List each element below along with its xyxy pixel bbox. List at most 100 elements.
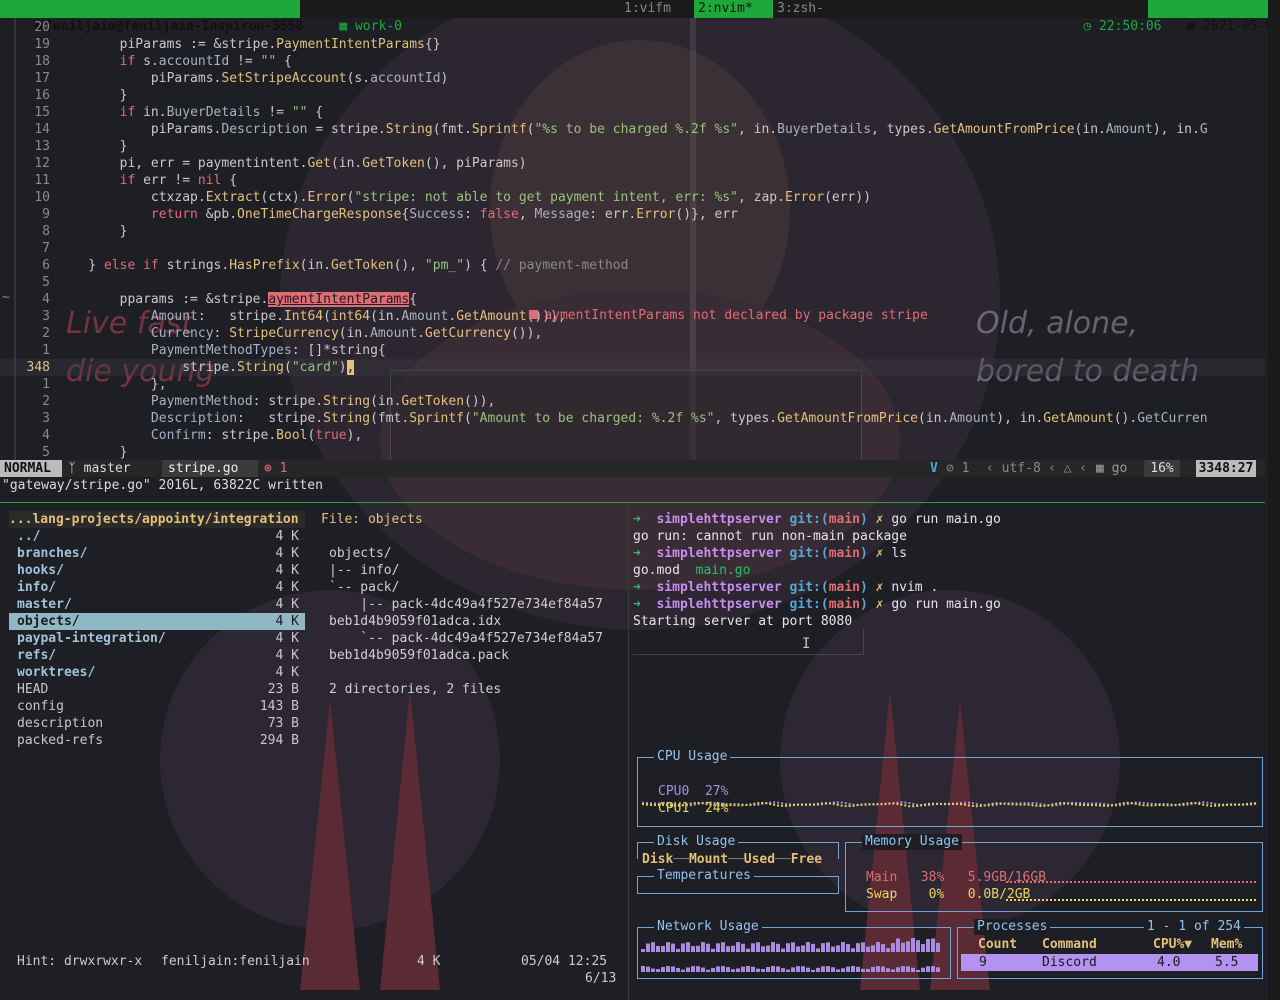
tmux-window-1[interactable]: 1:vifm	[624, 0, 671, 18]
network-tx-bar	[711, 967, 715, 972]
error-circle-icon: ⊗	[264, 461, 280, 476]
network-rx-bar	[676, 948, 680, 952]
cursor-position: 3348:27	[1196, 460, 1256, 477]
vifm-entry[interactable]: branches/4 K	[9, 545, 305, 562]
network-rx-bar	[891, 943, 895, 952]
network-tx-bar	[696, 966, 700, 972]
cpu-graph	[642, 801, 1258, 808]
vifm-entry[interactable]: config 143 B	[9, 698, 305, 715]
process-count: 9	[979, 955, 987, 970]
ls-entry: main.go	[695, 563, 751, 578]
cpu0-legend: CPU0 27%	[658, 783, 728, 800]
prompt-branch: main	[828, 597, 860, 612]
prompt-dir: simplehttpserver	[656, 580, 782, 595]
vifm-entry-name: refs/	[17, 648, 57, 663]
code-line: } else if strings.HasPrefix(in.GetToken(…	[57, 258, 629, 273]
vifm-entry-size: 4 K	[275, 563, 299, 578]
network-rx-bar	[706, 943, 710, 952]
vifm-entry[interactable]: master/4 K	[9, 596, 305, 613]
code-line: piParams := &stripe.PaymentIntentParams{…	[57, 37, 441, 52]
network-rx-bar	[771, 942, 775, 952]
vifm-entry-size: 4 K	[275, 546, 299, 561]
vifm-entry[interactable]: hooks/4 K	[9, 562, 305, 579]
nvim-editor[interactable]: Live fast die young Old, alone, bored to…	[0, 18, 1265, 462]
process-header-command[interactable]: Command	[1042, 936, 1097, 953]
code-line: if s.accountId != "" {	[119, 54, 292, 69]
network-tx-bar	[761, 968, 765, 972]
line-number: 19	[34, 37, 50, 52]
v-icon: V	[930, 461, 938, 476]
network-tx-bar	[766, 966, 770, 972]
wallpaper-text-line: Old, alone,	[976, 306, 1139, 341]
line-number: 1	[42, 377, 50, 392]
vifm-entry[interactable]: objects/4 K	[9, 613, 305, 630]
network-rx-bar	[831, 946, 835, 952]
prompt-git-label: git:(	[781, 512, 829, 527]
memory-usage-panel: Memory Usage Main 38% 5.9GB/16GB Swap 0%…	[845, 834, 1263, 912]
linux-icon: ‹ △ ‹	[1048, 461, 1088, 476]
network-tx-bar	[771, 966, 775, 972]
network-usage-panel: Network Usage	[637, 919, 951, 979]
vifm-entry[interactable]: description 73 B	[9, 715, 305, 732]
cpu0-value: 27%	[704, 784, 729, 799]
network-rx-bar	[721, 942, 725, 952]
network-tx-bar	[726, 967, 730, 972]
network-rx-bar	[916, 940, 920, 952]
network-rx-bar	[821, 943, 825, 952]
tmux-session[interactable]: ▦ work-0	[308, 0, 402, 34]
vifm-preview-line: |-- info/	[329, 563, 400, 578]
vifm-entry[interactable]: paypal-integration/4 K	[9, 630, 305, 647]
code-line: PaymentMethodTypes: []*string{	[150, 343, 386, 358]
nvim-cmdline: "gateway/stripe.go" 2016L, 63822C writte…	[2, 478, 323, 493]
scrollbar[interactable]	[1268, 0, 1280, 1000]
network-tx-bar	[741, 966, 745, 972]
vifm-entry[interactable]: info/4 K	[9, 579, 305, 596]
terminal-ls-output: go.mod main.go	[633, 562, 750, 579]
git-branch: ᛉ master	[68, 460, 131, 477]
vifm-entry-size: 143 B	[259, 699, 299, 714]
vifm-entry[interactable]: packed-refs 294 B	[9, 732, 305, 749]
network-rx-bar	[801, 945, 805, 952]
prompt-git-close: )	[860, 580, 868, 595]
line-number: 13	[34, 139, 50, 154]
code-line: }	[57, 139, 128, 154]
network-rx-bar	[791, 942, 795, 952]
process-header-cpu[interactable]: CPU%▼	[1153, 936, 1192, 953]
network-tx-bar	[886, 968, 890, 972]
prompt-git-label: git:(	[781, 580, 829, 595]
line-number: 5	[42, 275, 50, 290]
network-rx-bar	[926, 938, 930, 952]
process-header-count[interactable]: Count	[978, 936, 1017, 953]
code-line: piParams.SetStripeAccount(s.accountId)	[57, 71, 449, 86]
tmux-date: ▦ 2021-05-07	[1148, 0, 1280, 34]
network-rx-bar	[871, 945, 875, 952]
processes-panel[interactable]: Processes 1 - 1 of 254 Count Command CPU…	[957, 919, 1263, 979]
vifm-entry[interactable]: ../ 4 K	[9, 528, 305, 545]
tmux-window-3[interactable]: 3:zsh-	[777, 0, 824, 18]
disk-usage-title: Disk Usage	[654, 834, 739, 850]
cpu1-legend: CPU1 24%	[658, 800, 728, 817]
tmux-window-2[interactable]: 2:nvim*	[694, 0, 773, 18]
process-header-mem[interactable]: Mem%	[1211, 936, 1242, 953]
vifm-entry-name: worktrees/	[17, 665, 96, 680]
vifm-entry-size: 4 K	[275, 580, 299, 595]
vifm-entry[interactable]: worktrees/4 K	[9, 664, 305, 681]
diagnostic-text: aymentIntentParams not declared by packa…	[544, 308, 928, 323]
prompt-git-close: )	[860, 512, 868, 527]
network-rx-bar	[651, 942, 655, 952]
line-number: 20	[34, 20, 50, 35]
git-branch-label: master	[83, 461, 131, 476]
filetype-label: go	[1111, 461, 1128, 476]
prompt-dir: simplehttpserver	[656, 546, 782, 561]
cpu-usage-panel: CPU Usage CPU0 27% CPU1 24%	[637, 749, 1263, 827]
network-rx-bar	[646, 943, 650, 952]
memory-swap-label: Swap	[866, 887, 898, 902]
network-tx-bar	[646, 966, 650, 972]
network-tx-bar	[641, 966, 645, 972]
vifm-entry[interactable]: refs/4 K	[9, 647, 305, 664]
processes-title: Processes	[974, 919, 1051, 935]
network-tx-bar	[921, 967, 925, 972]
vifm-entry[interactable]: HEAD 23 B	[9, 681, 305, 698]
process-row[interactable]: 9 Discord 4.0 5.5	[961, 954, 1258, 971]
network-tx-bar	[671, 966, 675, 972]
